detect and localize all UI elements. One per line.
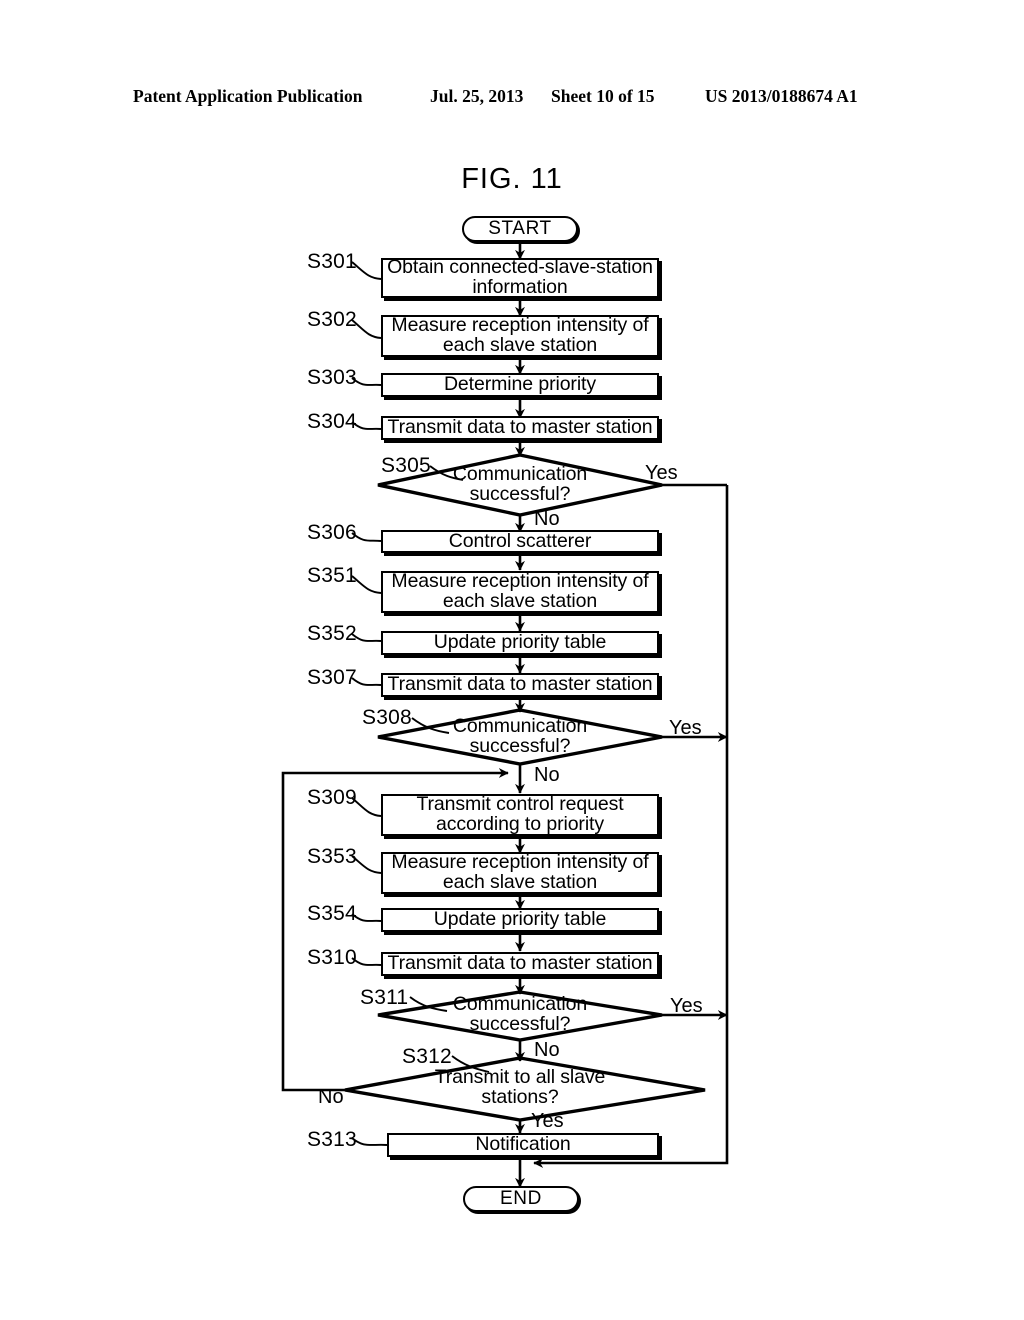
node-s304: Transmit data to master station <box>381 416 659 440</box>
node-end: END <box>463 1186 579 1212</box>
node-s307: Transmit data to master station <box>381 673 659 697</box>
node-s351-label: Measure reception intensity of each slav… <box>391 570 649 612</box>
node-s309: Transmit control request according to pr… <box>381 794 659 836</box>
node-s305: Communication successful? <box>400 462 640 508</box>
node-start: START <box>462 216 578 242</box>
branch-label-s308-yes: Yes <box>669 717 702 739</box>
node-s353: Measure reception intensity of each slav… <box>381 852 659 894</box>
node-s310-label: Transmit data to master station <box>387 952 653 975</box>
header-patent-number: US 2013/0188674 A1 <box>705 86 858 106</box>
node-s305-label: Communication successful? <box>452 463 588 505</box>
node-s313: Notification <box>387 1133 659 1157</box>
node-s306-label: Control scatterer <box>448 529 592 552</box>
step-ref-s309: S309 <box>307 786 357 809</box>
header-sheet-number: Sheet 10 of 15 <box>551 86 655 106</box>
branch-label-s311-no: No <box>534 1039 560 1061</box>
node-s303: Determine priority <box>381 373 659 397</box>
node-s309-label: Transmit control request according to pr… <box>416 793 624 835</box>
branch-label-s312-yes: Yes <box>531 1110 564 1132</box>
flowchart-connectors <box>281 240 729 1188</box>
step-ref-s313: S313 <box>307 1128 357 1151</box>
node-s302: Measure reception intensity of each slav… <box>381 315 659 357</box>
node-s353-label: Measure reception intensity of each slav… <box>391 851 649 893</box>
step-ref-s308: S308 <box>362 706 412 729</box>
branch-label-s305-yes: Yes <box>645 462 678 484</box>
patent-figure-page: Patent Application Publication Jul. 25, … <box>0 0 1024 1320</box>
step-ref-s352: S352 <box>307 622 357 645</box>
node-s312-label: Transmit to all slave stations? <box>434 1066 606 1108</box>
step-ref-s354: S354 <box>307 902 357 925</box>
step-ref-s312: S312 <box>402 1045 452 1068</box>
node-s308-label: Communication successful? <box>452 715 588 757</box>
node-s352-label: Update priority table <box>433 631 607 654</box>
step-ref-s301: S301 <box>307 250 357 273</box>
branch-label-s308-no: No <box>534 764 560 786</box>
branch-label-s311-yes: Yes <box>670 995 703 1017</box>
figure-title: FIG. 11 <box>461 163 563 195</box>
node-s306: Control scatterer <box>381 530 659 553</box>
step-ref-s304: S304 <box>307 410 357 433</box>
node-s308: Communication successful? <box>400 715 640 759</box>
node-s352: Update priority table <box>381 631 659 655</box>
node-s310: Transmit data to master station <box>381 952 659 976</box>
step-ref-s311: S311 <box>360 986 409 1009</box>
node-s311-label: Communication successful? <box>452 993 588 1035</box>
header-date: Jul. 25, 2013 <box>430 86 524 106</box>
node-start-label: START <box>488 218 552 240</box>
branch-label-s305-no: No <box>534 508 560 530</box>
step-ref-s310: S310 <box>307 946 357 969</box>
publication-header: Patent Application Publication Jul. 25, … <box>0 86 1024 112</box>
step-ref-s302: S302 <box>307 308 357 331</box>
step-ref-s306: S306 <box>307 521 357 544</box>
node-s351: Measure reception intensity of each slav… <box>381 571 659 613</box>
node-s354: Update priority table <box>381 908 659 932</box>
branch-label-s312-no: No <box>318 1086 344 1108</box>
node-s302-label: Measure reception intensity of each slav… <box>391 314 649 356</box>
node-s303-label: Determine priority <box>443 373 597 396</box>
node-s354-label: Update priority table <box>433 908 607 931</box>
step-ref-s305: S305 <box>381 454 431 477</box>
node-s311: Communication successful? <box>400 993 640 1037</box>
node-s301-label: Obtain connected-slave-station informati… <box>387 256 653 298</box>
step-ref-s353: S353 <box>307 845 357 868</box>
node-s304-label: Transmit data to master station <box>387 416 653 439</box>
node-s301: Obtain connected-slave-station informati… <box>381 256 659 298</box>
step-ref-s307: S307 <box>307 666 357 689</box>
node-end-label: END <box>500 1188 542 1210</box>
node-s313-label: Notification <box>475 1133 571 1156</box>
header-publication-text: Patent Application Publication <box>133 86 363 106</box>
step-ref-s303: S303 <box>307 366 357 389</box>
node-s312: Transmit to all slave stations? <box>400 1066 640 1110</box>
node-s307-label: Transmit data to master station <box>387 673 653 696</box>
step-ref-s351: S351 <box>307 564 357 587</box>
